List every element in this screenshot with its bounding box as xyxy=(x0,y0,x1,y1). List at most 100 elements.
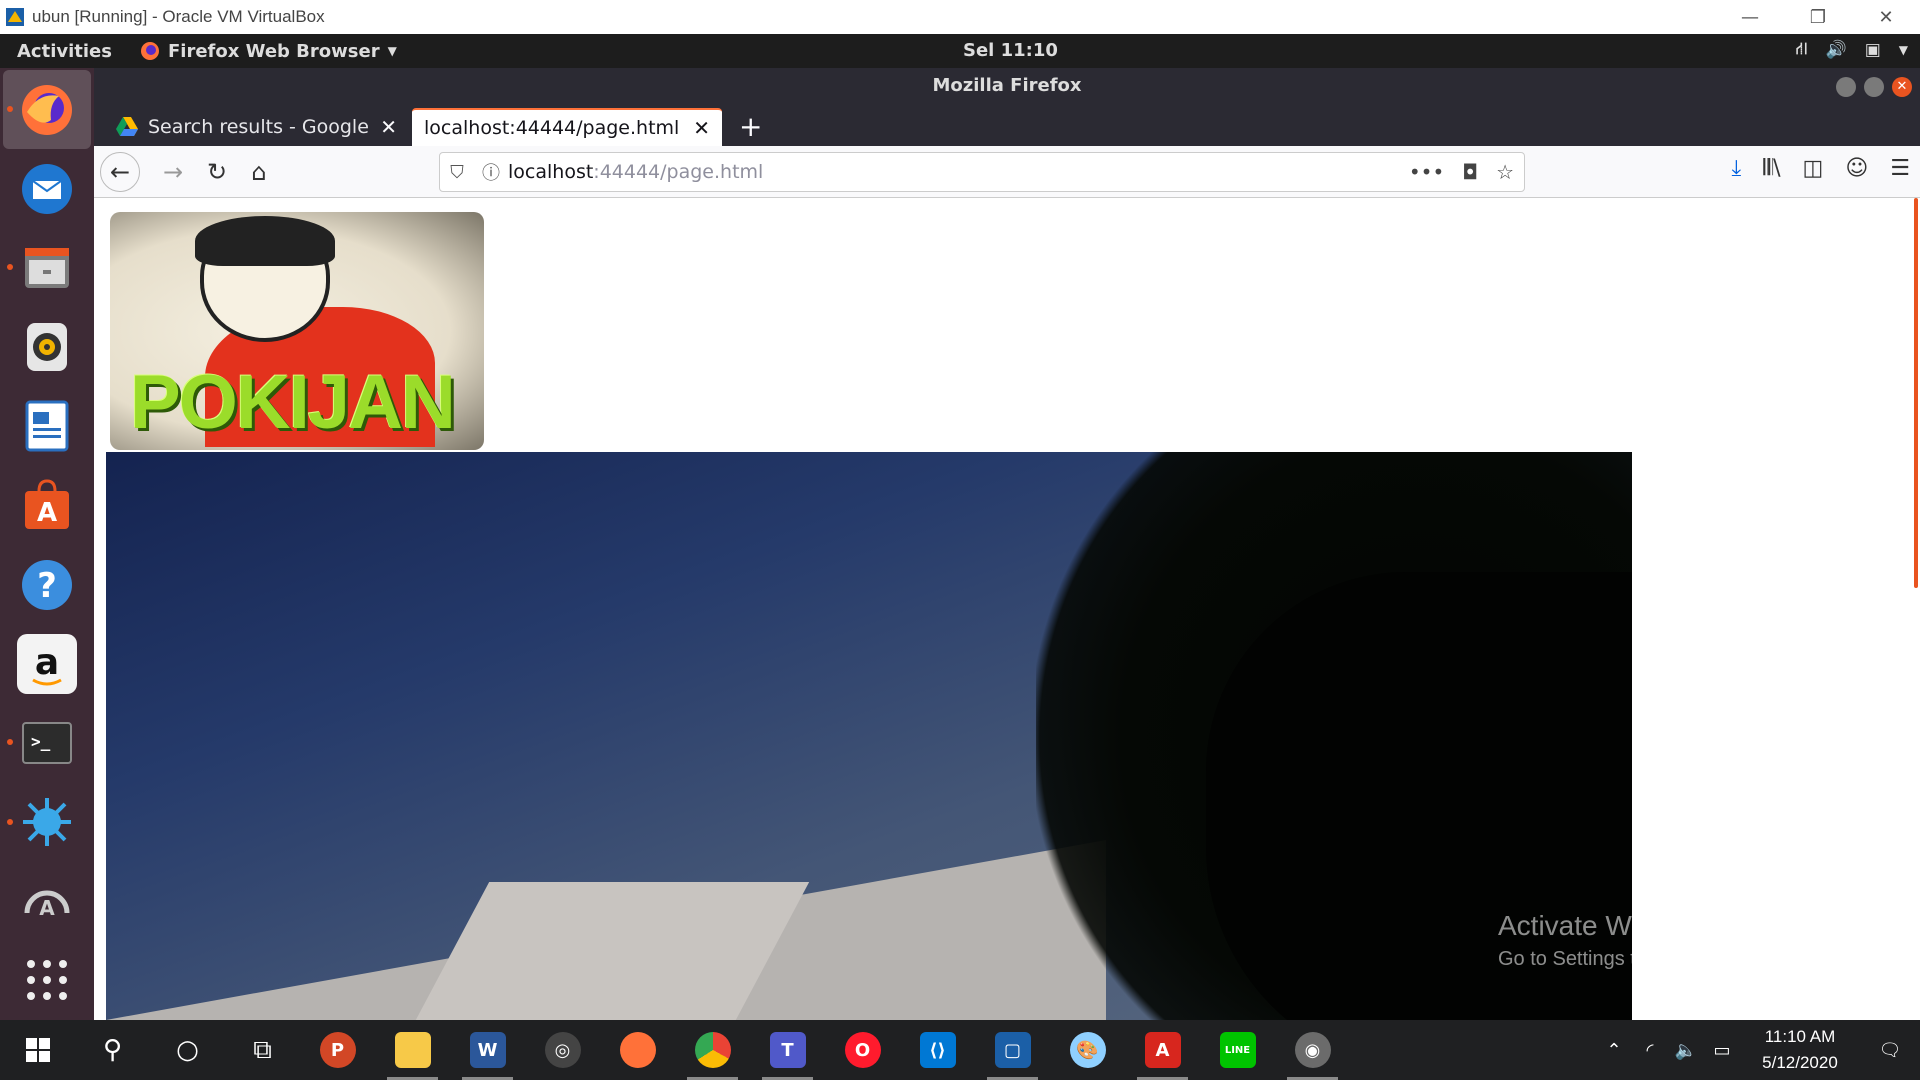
hair-shape xyxy=(195,216,335,266)
powerpoint-icon: P xyxy=(319,1032,356,1068)
teams-icon: T xyxy=(769,1032,806,1068)
network-icon[interactable]: ⛙ xyxy=(1796,39,1808,61)
dock-updater[interactable]: A xyxy=(3,862,91,941)
ff-close-button[interactable]: ✕ xyxy=(1892,77,1912,97)
new-tab-button[interactable]: + xyxy=(739,112,762,142)
svg-text:?: ? xyxy=(37,566,57,606)
dock-thunderbird[interactable] xyxy=(3,149,91,228)
amazon-icon: a xyxy=(17,633,77,694)
app-menu[interactable]: Firefox Web Browser ▼ xyxy=(140,41,397,62)
firefox-window-title: Mozilla Firefox xyxy=(932,75,1082,96)
ff-maximize-button[interactable] xyxy=(1864,77,1884,97)
virtualbox-icon xyxy=(4,6,26,28)
bookmark-star-icon[interactable]: ☆ xyxy=(1496,160,1514,184)
svg-text:a: a xyxy=(35,642,59,683)
page-actions-icon[interactable]: ••• xyxy=(1409,160,1444,184)
chevron-up-icon[interactable]: ⌃ xyxy=(1596,1040,1632,1061)
navigation-toolbar: ← → ↻ ⌂ ⛉ ⓘ localhost:44444/page.html ••… xyxy=(94,146,1920,198)
activities-button[interactable]: Activities xyxy=(17,41,112,62)
close-button[interactable]: ✕ xyxy=(1852,0,1920,34)
photoscape-icon: ◎ xyxy=(544,1032,581,1068)
download-icon[interactable]: ⤓ xyxy=(1732,156,1742,181)
dock-terminal[interactable]: >_ xyxy=(3,703,91,782)
taskbar-photoscape[interactable]: ◎ xyxy=(525,1020,600,1080)
dock-firefox[interactable] xyxy=(3,70,91,150)
forward-button[interactable]: → xyxy=(154,153,192,191)
dock-rhythmbox[interactable] xyxy=(3,308,91,387)
taskbar-word[interactable]: W xyxy=(450,1020,525,1080)
start-button[interactable] xyxy=(0,1020,75,1080)
close-tab-icon[interactable]: ✕ xyxy=(380,115,397,139)
library-icon[interactable]: 𝄃𝄃\ xyxy=(1763,156,1780,181)
restore-button[interactable]: ❐ xyxy=(1784,0,1852,34)
svg-text:A: A xyxy=(37,498,57,528)
taskbar-teams[interactable]: T xyxy=(750,1020,825,1080)
taskbar-clock[interactable]: 11:10 AM 5/12/2020 xyxy=(1740,1024,1860,1076)
taskbar-media[interactable]: ◉ xyxy=(1275,1020,1350,1080)
dock-files[interactable] xyxy=(3,228,91,307)
close-tab-icon[interactable]: ✕ xyxy=(693,116,710,140)
chevron-down-icon[interactable]: ▼ xyxy=(1899,43,1908,57)
minimize-button[interactable]: — xyxy=(1716,0,1784,34)
folder-icon xyxy=(394,1032,431,1068)
panel-clock[interactable]: Sel 11:10 xyxy=(963,40,1058,61)
running-indicator xyxy=(7,818,13,825)
volume-icon[interactable]: 🔊 xyxy=(1826,40,1847,60)
ff-minimize-button[interactable] xyxy=(1836,77,1856,97)
cortana-button[interactable]: ○ xyxy=(150,1020,225,1080)
scrollbar-thumb[interactable] xyxy=(1914,198,1918,588)
terminal-icon: >_ xyxy=(17,713,77,773)
taskbar-opera[interactable]: O xyxy=(825,1020,900,1080)
tab-localhost[interactable]: localhost:44444/page.html ✕ xyxy=(412,108,722,146)
dock-show-applications[interactable] xyxy=(3,941,91,1020)
home-button[interactable]: ⌂ xyxy=(240,153,278,191)
dock-writer[interactable] xyxy=(3,387,91,466)
dock-splash[interactable] xyxy=(3,783,91,862)
search-button[interactable]: ⚲ xyxy=(75,1020,150,1080)
files-icon xyxy=(17,238,77,298)
tracking-shield-icon[interactable]: ⛉ xyxy=(440,162,474,183)
taskbar-line[interactable]: LINE xyxy=(1200,1020,1275,1080)
dock-help[interactable]: ? xyxy=(3,545,91,624)
sidebar-icon[interactable]: ◫ xyxy=(1803,156,1824,181)
windows-taskbar: ⚲ ○ ⧉ P W ◎ T O ⟨⟩ ▢ 🎨 A LINE ◉ ⌃ ◜ 🔈 ▭ … xyxy=(0,1020,1920,1080)
taskbar-file-explorer[interactable] xyxy=(375,1020,450,1080)
system-tray[interactable]: ⛙ 🔊 ▣ ▼ xyxy=(1796,39,1908,61)
taskbar-acrobat[interactable]: A xyxy=(1125,1020,1200,1080)
account-icon[interactable]: ☺ xyxy=(1845,156,1868,181)
page-content: POKIJAN xyxy=(94,198,1920,1020)
watermark-line2: Go to Settings to activate Windows. xyxy=(1498,948,1814,970)
running-indicator xyxy=(7,264,13,271)
taskbar-powerpoint[interactable]: P xyxy=(300,1020,375,1080)
url-bar[interactable]: ⛉ ⓘ localhost:44444/page.html ••• ◘ ☆ xyxy=(439,152,1525,192)
banner-text: POKIJAN xyxy=(130,360,456,445)
task-view-icon: ⧉ xyxy=(253,1034,272,1065)
apps-grid-icon xyxy=(17,950,77,1010)
menu-icon[interactable]: ☰ xyxy=(1890,156,1910,181)
battery-icon[interactable]: ▭ xyxy=(1704,1040,1740,1061)
wifi-icon[interactable]: ◜ xyxy=(1632,1040,1668,1061)
taskbar-firefox[interactable] xyxy=(600,1020,675,1080)
ubuntu-top-panel: Activities Firefox Web Browser ▼ Sel 11:… xyxy=(0,34,1920,68)
dock-amazon[interactable]: a xyxy=(3,624,91,703)
toolbar-right: ⤓ 𝄃𝄃\ ◫ ☺ ☰ xyxy=(1732,156,1910,181)
clock-time: 11:10 AM xyxy=(1764,1027,1836,1046)
dock-software[interactable]: A xyxy=(3,466,91,545)
site-info-icon[interactable]: ⓘ xyxy=(474,159,508,185)
task-view-button[interactable]: ⧉ xyxy=(225,1020,300,1080)
activate-windows-watermark: Activate Windows Go to Settings to activ… xyxy=(1498,910,1814,971)
tab-strip: Search results - Google D ✕ localhost:44… xyxy=(94,104,1920,146)
firefox-titlebar: Mozilla Firefox ✕ xyxy=(94,68,1920,104)
taskbar-virtualbox[interactable]: ▢ xyxy=(975,1020,1050,1080)
battery-icon[interactable]: ▣ xyxy=(1865,40,1881,60)
taskbar-vscode[interactable]: ⟨⟩ xyxy=(900,1020,975,1080)
software-icon: A xyxy=(17,475,77,535)
taskbar-chrome[interactable] xyxy=(675,1020,750,1080)
pocket-icon[interactable]: ◘ xyxy=(1462,160,1478,184)
reload-button[interactable]: ↻ xyxy=(198,153,236,191)
volume-icon[interactable]: 🔈 xyxy=(1668,1040,1704,1061)
taskbar-paint[interactable]: 🎨 xyxy=(1050,1020,1125,1080)
back-button[interactable]: ← xyxy=(100,152,140,192)
tab-search-results[interactable]: Search results - Google D ✕ xyxy=(104,108,409,146)
notification-icon[interactable]: 🗨 xyxy=(1860,1040,1920,1061)
